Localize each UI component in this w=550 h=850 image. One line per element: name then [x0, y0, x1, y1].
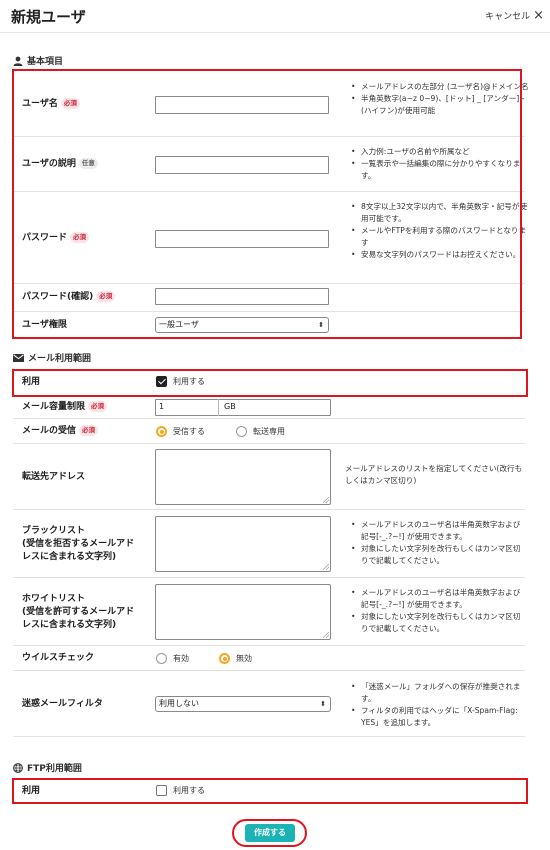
virus-radio-disabled[interactable] [219, 653, 230, 664]
section-mail-heading: メール利用範囲 [13, 351, 91, 364]
row-virus-check: ウイルスチェック 有効 無効 [13, 646, 525, 671]
whitelist-label: ホワイトリスト (受信を許可するメールアド レスに含まれる文字列) [22, 594, 135, 630]
envelope-icon [13, 353, 24, 362]
note-item: メールアドレスのユーザ名は半角英数字および記号[-_.?~!] が使用できます。 [351, 519, 523, 543]
resize-grip-icon [323, 564, 329, 570]
cancel-button[interactable]: キャンセル × [485, 9, 544, 22]
blacklist-textarea[interactable] [155, 516, 331, 572]
forward-addresses-textarea[interactable] [155, 449, 331, 505]
section-ftp-title: FTP利用範囲 [27, 764, 82, 774]
whitelist-notes: メールアドレスのユーザ名は半角英数字および記号[-_.?~!] が使用できます。… [351, 587, 523, 635]
receive-option-forward-only: 転送専用 [253, 427, 285, 436]
dialog-title: 新規ユーザ [11, 8, 86, 26]
receive-radio-receive[interactable] [156, 426, 167, 437]
note-item: 「迷惑メール」フォルダへの保存が推奨されます。 [351, 681, 526, 705]
cancel-label: キャンセル [485, 12, 531, 22]
highlight-ftp-use-box [12, 778, 528, 804]
globe-icon [13, 762, 23, 773]
row-mail-quota: メール容量制限 必須 1 GB [13, 397, 525, 419]
quota-divider [218, 399, 219, 416]
whitelist-textarea[interactable] [155, 584, 331, 640]
required-badge: 必須 [79, 425, 99, 436]
row-whitelist: ホワイトリスト (受信を許可するメールアド レスに含まれる文字列) メールアドレ… [13, 578, 525, 646]
dialog-header: 新規ユーザ キャンセル × [0, 0, 550, 33]
receive-option-receive: 受信する [173, 427, 205, 436]
mail-quota-input[interactable]: 1 GB [155, 399, 331, 416]
highlight-basic-box [12, 69, 522, 339]
close-icon: × [533, 8, 544, 23]
highlight-mail-use-box [12, 369, 528, 397]
spam-filter-label: 迷惑メールフィルタ [22, 699, 103, 709]
mail-quota-label: メール容量制限 必須 [22, 401, 108, 414]
mail-quota-value: 1 [159, 402, 165, 411]
virus-option-enabled: 有効 [173, 654, 189, 663]
forward-addresses-label: 転送先アドレス [22, 472, 86, 482]
virus-option-disabled: 無効 [236, 654, 252, 663]
section-basic-heading: 基本項目 [13, 54, 63, 67]
spam-filter-notes: 「迷惑メール」フォルダへの保存が推奨されます。 フィルタの利用ではヘッダに「X-… [351, 681, 526, 729]
select-arrows-icon: ⬍ [320, 700, 326, 708]
note-item: 対象にしたい文字列を改行もしくはカンマ区切りで記載してください。 [351, 543, 523, 567]
row-forward-addresses: 転送先アドレス メールアドレスのリストを指定してください(改行もしくはカンマ区切… [13, 444, 525, 510]
note-item: 対象にしたい文字列を改行もしくはカンマ区切りで記載してください。 [351, 611, 523, 635]
mail-receive-label: メールの受信 必須 [22, 425, 99, 438]
resize-grip-icon [323, 632, 329, 638]
spam-filter-value: 利用しない [159, 699, 199, 708]
section-basic-title: 基本項目 [27, 57, 64, 67]
row-mail-receive: メールの受信 必須 受信する 転送専用 [13, 419, 525, 444]
section-mail-title: メール利用範囲 [28, 354, 92, 364]
spam-filter-select[interactable]: 利用しない ⬍ [155, 696, 331, 712]
row-spam-filter: 迷惑メールフィルタ 利用しない ⬍ 「迷惑メール」フォルダへの保存が推奨されます… [13, 671, 525, 737]
blacklist-notes: メールアドレスのユーザ名は半角英数字および記号[-_.?~!] が使用できます。… [351, 519, 523, 567]
highlight-create-button [232, 819, 307, 847]
mail-quota-unit: GB [224, 402, 236, 411]
resize-grip-icon [323, 497, 329, 503]
section-ftp-heading: FTP利用範囲 [13, 761, 82, 774]
note-item: フィルタの利用ではヘッダに「X-Spam-Flag: YES」を追加します。 [351, 705, 526, 729]
receive-radio-forward-only[interactable] [236, 426, 247, 437]
note-item: メールアドレスのユーザ名は半角英数字および記号[-_.?~!] が使用できます。 [351, 587, 523, 611]
virus-check-label: ウイルスチェック [22, 653, 95, 663]
blacklist-label: ブラックリスト (受信を拒否するメールアド レスに含まれる文字列) [22, 526, 135, 562]
row-blacklist: ブラックリスト (受信を拒否するメールアド レスに含まれる文字列) メールアドレ… [13, 510, 525, 578]
virus-radio-enabled[interactable] [156, 653, 167, 664]
user-icon [13, 56, 23, 66]
required-badge: 必須 [88, 401, 108, 412]
forward-note: メールアドレスのリストを指定してください(改行もしくはカンマ区切り) [345, 464, 523, 485]
